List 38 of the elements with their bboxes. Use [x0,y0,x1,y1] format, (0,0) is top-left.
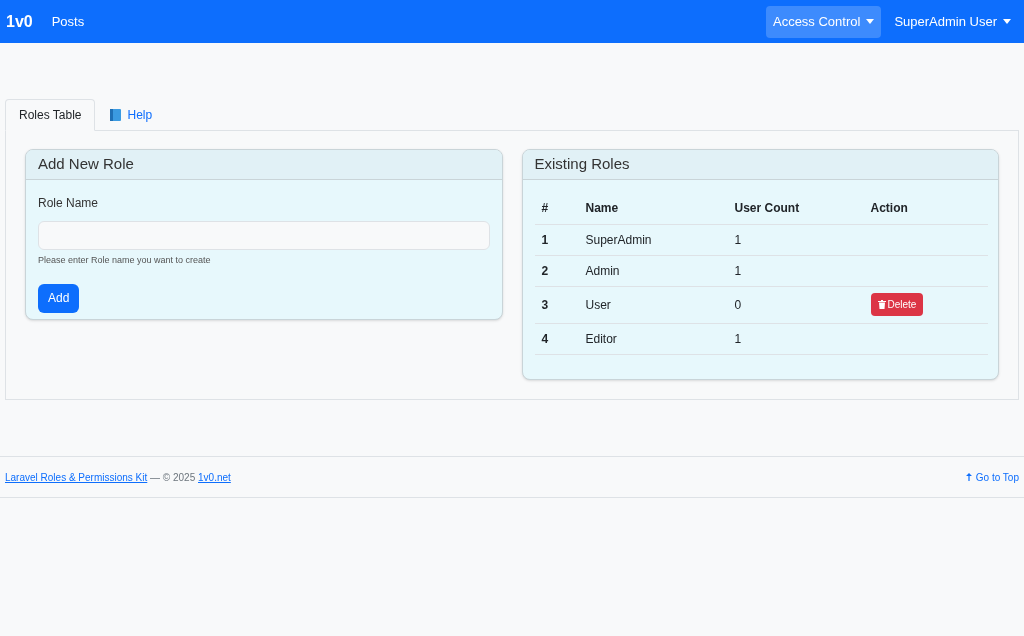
column-header: # [541,201,549,216]
arrow-up-icon [965,473,972,481]
delete-button[interactable]: Delete [870,293,924,316]
book-icon [110,109,122,121]
role-name-input[interactable] [38,221,490,250]
table-cell: 2 [541,263,549,278]
column-header: User Count [734,201,800,216]
nav-dropdown[interactable]: SuperAdmin User [887,5,1018,38]
table-cell: 4 [541,331,549,346]
table-cell: User [585,297,611,312]
card-title: Existing Roles [534,154,630,175]
table-cell: 0 [734,297,742,312]
add-button[interactable]: Add [38,283,80,313]
hint-text: Please enter Role name you want to create [38,254,212,267]
table-cell: 3 [541,297,549,312]
site-link[interactable]: 1v0.net [198,471,231,483]
caret-icon [1003,19,1011,24]
table-cell: SuperAdmin [585,232,652,247]
column-header: Name [585,201,619,216]
card-title: Add New Role [38,154,134,175]
tab[interactable]: Help [97,99,166,131]
trash-icon [877,300,886,309]
nav-dropdown[interactable]: Access Control [765,5,882,38]
table-cell: Admin [585,263,620,278]
go-to-top-link[interactable]: Go to Top [965,469,1019,485]
nav-link[interactable]: Posts [51,11,85,32]
tab[interactable]: Roles Table [5,99,96,131]
field-label: Role Name [38,195,100,212]
table-cell: 1 [734,232,742,247]
footer-text: Laravel Roles & Permissions Kit — © 2025 1v0.net [5,470,231,485]
table-cell: 1 [734,331,742,346]
caret-icon [866,19,875,24]
column-header: Action [870,201,908,216]
kit-link[interactable]: Laravel Roles & Permissions Kit [5,471,148,483]
brand-link[interactable]: 1v0 [6,9,33,34]
table-cell: 1 [541,232,549,247]
table-cell: Editor [585,331,617,346]
table-cell: 1 [734,263,742,278]
